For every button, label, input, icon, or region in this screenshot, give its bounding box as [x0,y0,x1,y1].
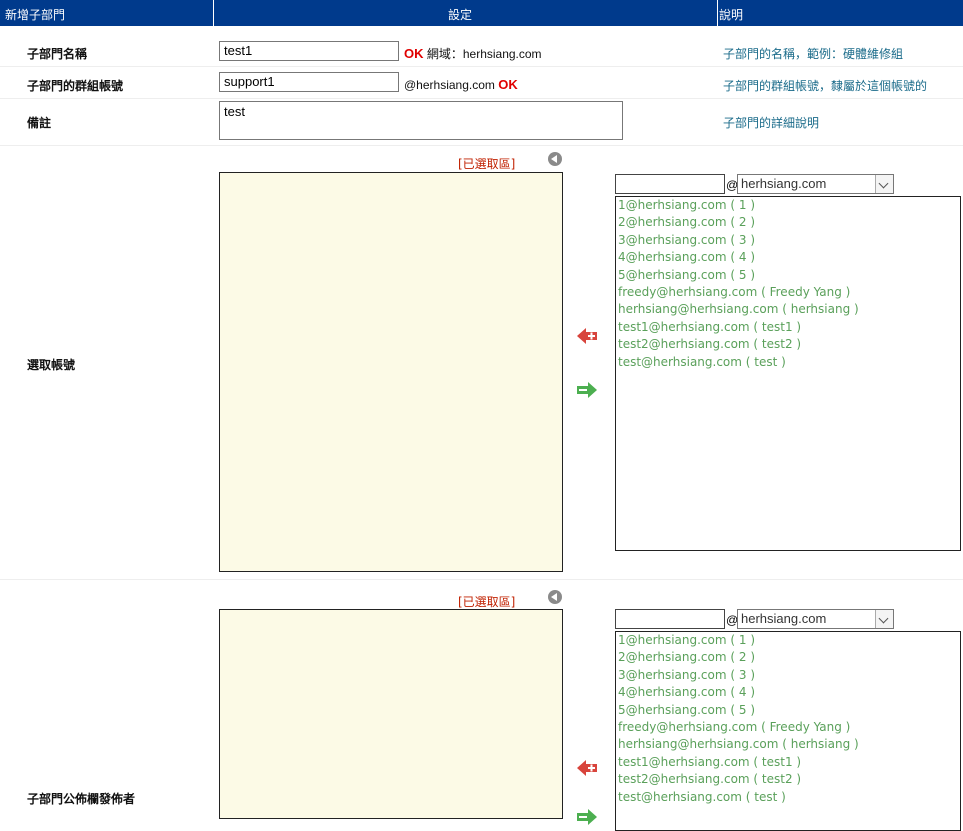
publisher-listbox[interactable]: 1@herhsiang.com ( 1 ) 2@herhsiang.com ( … [615,631,961,831]
row-divider [0,98,963,99]
list-item[interactable]: test2@herhsiang.com ( test2 ) [616,771,960,788]
selected-zone-label: [已選取區] [458,595,516,609]
list-item[interactable]: test@herhsiang.com ( test ) [616,789,960,806]
list-item[interactable]: test1@herhsiang.com ( test1 ) [616,754,960,771]
list-item[interactable]: test1@herhsiang.com ( test1 ) [616,319,960,336]
name-description: 子部門的名稱，範例：硬體維修組 [723,47,904,61]
add-selected-icon[interactable] [576,325,598,347]
list-item[interactable]: 4@herhsiang.com ( 4 ) [616,249,960,266]
list-item[interactable]: 2@herhsiang.com ( 2 ) [616,214,960,231]
publisher-search-input[interactable] [615,609,725,629]
remove-selected-icon[interactable] [576,806,598,828]
selected-zone-label: [已選取區] [458,157,516,171]
list-item[interactable]: freedy@herhsiang.com ( Freedy Yang ) [616,284,960,301]
list-item[interactable]: test2@herhsiang.com ( test2 ) [616,336,960,353]
name-status: OK 網域：herhsiang.com [404,45,542,62]
remove-selected-icon[interactable] [576,379,598,401]
selected-accounts-box[interactable] [219,172,563,572]
group-account-description: 子部門的群組帳號，隸屬於這個帳號的 [723,79,928,93]
list-item[interactable]: test@herhsiang.com ( test ) [616,354,960,371]
note-textarea[interactable]: test [219,101,623,140]
list-item[interactable]: 1@herhsiang.com ( 1 ) [616,632,960,649]
domain-select-value: herhsiang.com [741,611,827,626]
list-item[interactable]: 2@herhsiang.com ( 2 ) [616,649,960,666]
name-domain-text: 網域：herhsiang.com [426,47,542,61]
back-icon[interactable] [548,152,562,166]
header-col-settings: 設定 [448,8,473,22]
list-item[interactable]: 1@herhsiang.com ( 1 ) [616,197,960,214]
note-description: 子部門的詳細說明 [723,116,820,130]
list-item[interactable]: herhsiang@herhsiang.com ( herhsiang ) [616,301,960,318]
selected-publishers-box[interactable] [219,609,563,819]
list-item[interactable]: herhsiang@herhsiang.com ( herhsiang ) [616,736,960,753]
name-input[interactable]: test1 [219,41,399,61]
name-label: 子部門名稱 [27,47,88,61]
group-account-status: @herhsiang.com OK [404,77,518,92]
header-divider [213,0,214,26]
chevron-down-icon [875,175,893,193]
row-divider [0,66,963,67]
chevron-down-icon [875,610,893,628]
account-listbox[interactable]: 1@herhsiang.com ( 1 ) 2@herhsiang.com ( … [615,196,961,551]
header-col-title: 新增子部門 [5,8,66,22]
note-label: 備註 [27,116,52,130]
header-divider [717,0,718,26]
list-item[interactable]: 4@herhsiang.com ( 4 ) [616,684,960,701]
back-icon[interactable] [548,590,562,604]
group-account-input[interactable]: support1 [219,72,399,92]
account-search-input[interactable] [615,174,725,194]
list-item[interactable]: freedy@herhsiang.com ( Freedy Yang ) [616,719,960,736]
publishers-label: 子部門公佈欄發佈者 [27,792,136,806]
domain-select[interactable]: herhsiang.com [737,609,894,629]
list-item[interactable]: 5@herhsiang.com ( 5 ) [616,267,960,284]
add-selected-icon[interactable] [576,757,598,779]
name-ok-badge: OK [404,46,424,61]
table-header: 新增子部門 設定 說明 [0,0,963,26]
group-account-suffix: @herhsiang.com [404,78,495,92]
group-account-ok-badge: OK [498,77,518,92]
domain-select-value: herhsiang.com [741,176,827,191]
group-account-label: 子部門的群組帳號 [27,79,124,93]
domain-select[interactable]: herhsiang.com [737,174,894,194]
list-item[interactable]: 5@herhsiang.com ( 5 ) [616,702,960,719]
list-item[interactable]: 3@herhsiang.com ( 3 ) [616,667,960,684]
list-item[interactable]: 3@herhsiang.com ( 3 ) [616,232,960,249]
select-accounts-label: 選取帳號 [27,358,76,372]
row-divider [0,579,963,580]
header-col-description: 說明 [719,8,744,22]
row-divider [0,145,963,146]
